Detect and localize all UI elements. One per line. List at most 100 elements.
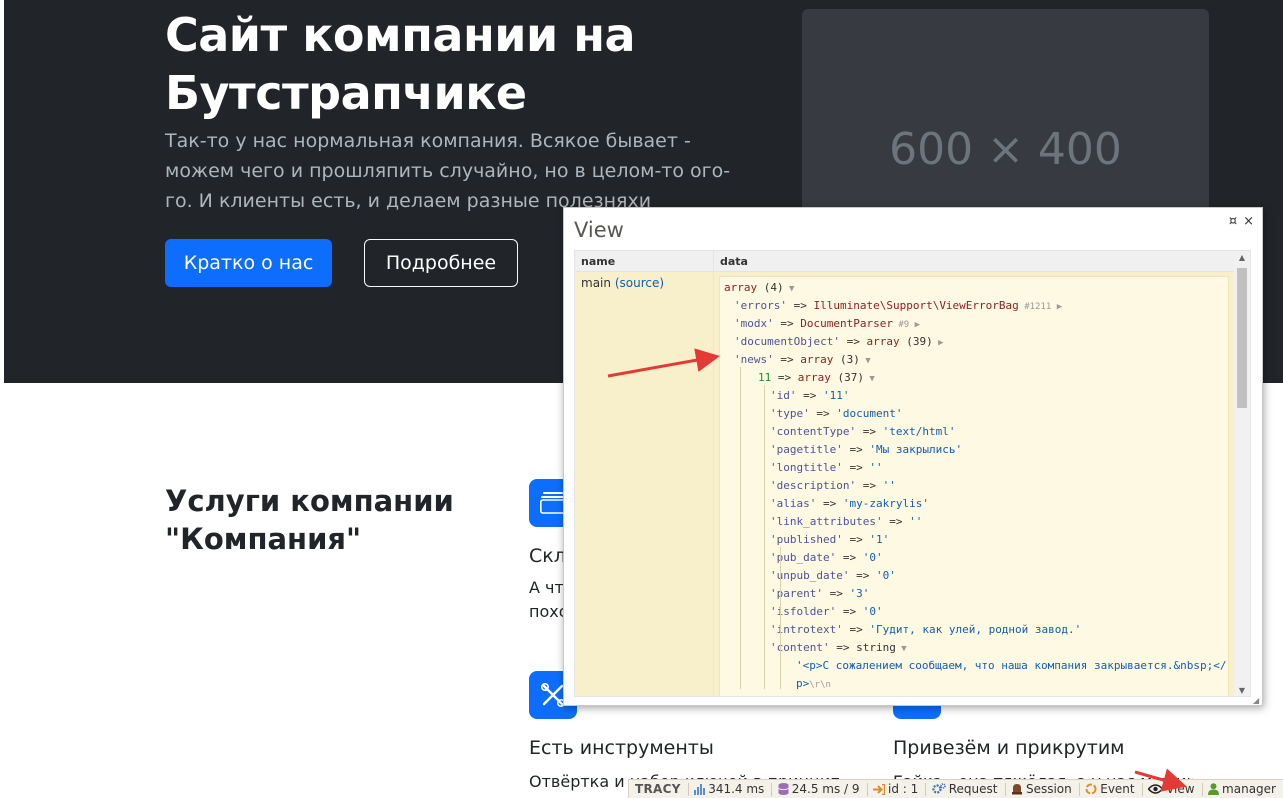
panel-content[interactable]: name data main (source) array (4) ▼'erro… bbox=[574, 250, 1251, 697]
dump-line[interactable]: 'description' => '' bbox=[724, 477, 1224, 495]
dump-line[interactable]: 'errors' => Illuminate\Support\ViewError… bbox=[724, 297, 1224, 315]
dump-token: => bbox=[849, 569, 876, 582]
details-button[interactable]: Подробнее bbox=[364, 239, 518, 287]
dump-line[interactable]: 'documentObject' => array (39) ▶ bbox=[724, 333, 1224, 351]
scroll-up-icon[interactable]: ▲ bbox=[1234, 251, 1250, 265]
dump-token: '0' bbox=[862, 551, 883, 564]
user-item[interactable]: manager bbox=[1202, 780, 1283, 798]
chart-icon bbox=[694, 783, 706, 795]
scroll-down-icon[interactable]: ▼ bbox=[1234, 684, 1250, 696]
features-title: Услуги компании "Компания" bbox=[165, 484, 454, 556]
session-item[interactable]: Session bbox=[1005, 780, 1079, 798]
database-item[interactable]: 24.5 ms / 9 bbox=[772, 780, 867, 798]
toggle-icon[interactable]: ▶ bbox=[909, 320, 920, 330]
source-link[interactable]: (source) bbox=[615, 276, 664, 290]
dump-token: 'my-zakrylis' bbox=[842, 497, 929, 510]
about-button[interactable]: Кратко о нас bbox=[165, 239, 332, 287]
resize-handle[interactable]: ◢ bbox=[1253, 696, 1261, 705]
dump-line[interactable]: 'id' => '11' bbox=[724, 387, 1224, 405]
dump-token: '0' bbox=[862, 605, 883, 618]
dump-line[interactable]: 'introtext' => 'Гудит, как улей, родной … bbox=[724, 621, 1224, 639]
dump-line[interactable]: 'isfolder' => '0' bbox=[724, 603, 1224, 621]
feature-heading: Скл bbox=[529, 545, 565, 567]
dump-token: 'link_attributes' bbox=[770, 515, 883, 528]
cookie-icon bbox=[1011, 784, 1022, 795]
tracy-view-panel[interactable]: View ¤ × name data main (source) array (… bbox=[563, 207, 1263, 706]
close-icon[interactable]: × bbox=[1243, 214, 1254, 229]
dump-token: '<p>С сожалением сообщаем, что наша комп… bbox=[796, 659, 1227, 672]
dump-line[interactable]: 'pagetitle' => 'Мы закрылись' bbox=[724, 441, 1224, 459]
dump-token: => bbox=[842, 443, 870, 456]
view-item[interactable]: View bbox=[1142, 780, 1201, 798]
dump-line[interactable]: 'modx' => DocumentParser #9 ▶ bbox=[724, 315, 1224, 333]
dump-line[interactable]: 'longtitle' => '' bbox=[724, 459, 1224, 477]
dump-line[interactable]: 'contentType' => 'text/html' bbox=[724, 423, 1224, 441]
tracy-logo[interactable]: TRACY bbox=[629, 780, 688, 798]
column-header-data: data bbox=[714, 251, 1235, 272]
scroll-thumb[interactable] bbox=[1237, 268, 1247, 408]
dump-token: 'Мы закрылись' bbox=[869, 443, 963, 456]
dump-token: '11' bbox=[823, 389, 850, 402]
dump-token: 'Гудит, как улей, родной завод.' bbox=[869, 623, 1082, 636]
dump-token: => bbox=[786, 299, 814, 312]
dump-token: => bbox=[796, 389, 823, 402]
dump-token: 'modx' bbox=[734, 317, 774, 330]
dump-token: '3' bbox=[849, 587, 870, 600]
dump-line[interactable]: 'parent' => '3' bbox=[724, 585, 1224, 603]
panel-scrollbar[interactable]: ▲ ▼ bbox=[1234, 251, 1250, 696]
dump-token: 'document' bbox=[836, 407, 903, 420]
dump-line[interactable]: 'alias' => 'my-zakrylis' bbox=[724, 495, 1224, 513]
pin-icon[interactable]: ¤ bbox=[1229, 214, 1237, 229]
dump-token: array bbox=[866, 335, 900, 348]
dump-line[interactable]: '<p>С сожалением сообщаем, что наша комп… bbox=[724, 657, 1227, 675]
toggle-icon[interactable]: ▼ bbox=[860, 356, 870, 366]
dump-line[interactable]: 'link_attributes' => '' bbox=[724, 513, 1224, 531]
dump-token: \r\n bbox=[809, 680, 831, 690]
row-name: main bbox=[581, 276, 611, 290]
dump-line[interactable]: 'news' => array (3) ▼ bbox=[724, 351, 1224, 369]
dump-token: 'unpub_date' bbox=[770, 569, 850, 582]
variable-dump[interactable]: array (4) ▼'errors' => Illuminate\Suppor… bbox=[719, 276, 1229, 696]
dump-token: 'type' bbox=[770, 407, 810, 420]
feature-text: похо bbox=[529, 602, 565, 621]
dump-token: 'pagetitle' bbox=[770, 443, 843, 456]
feature-heading: Привезём и прикрутим bbox=[893, 737, 1125, 759]
toggle-icon[interactable]: ▼ bbox=[784, 284, 794, 294]
dump-line[interactable]: 'pub_date' => '0' bbox=[724, 549, 1224, 567]
dump-line[interactable]: array (4) ▼ bbox=[724, 279, 1224, 297]
event-item[interactable]: Event bbox=[1079, 780, 1141, 798]
dump-token: #9 bbox=[892, 320, 910, 330]
column-header-name: name bbox=[575, 251, 714, 272]
timer-item[interactable]: 341.4 ms bbox=[688, 780, 771, 798]
dump-token: 'id' bbox=[770, 389, 797, 402]
dump-line[interactable]: 'unpub_date' => '0' bbox=[724, 567, 1224, 585]
dump-line[interactable]: 11 => array (37) ▼ bbox=[724, 369, 1224, 387]
toggle-icon[interactable]: ▶ bbox=[933, 338, 943, 348]
dump-token: => bbox=[836, 605, 863, 618]
dump-line[interactable]: 'published' => '1' bbox=[724, 531, 1224, 549]
view-table: name data main (source) array (4) ▼'erro… bbox=[575, 251, 1235, 696]
dump-token: #1211 bbox=[1018, 302, 1052, 312]
dump-token: 'alias' bbox=[770, 497, 817, 510]
dump-line[interactable]: 'type' => 'document' bbox=[724, 405, 1224, 423]
toggle-icon[interactable]: ▼ bbox=[896, 644, 906, 654]
dump-token: 'text/html' bbox=[882, 425, 956, 438]
dump-line[interactable]: 'content' => string ▼ bbox=[724, 639, 1224, 657]
dump-line[interactable]: p>\r\n bbox=[724, 675, 1224, 693]
feature-text: А что bbox=[529, 578, 565, 597]
dump-token: 'contentType' bbox=[770, 425, 857, 438]
dump-token: 'news' bbox=[734, 353, 774, 366]
id-item[interactable]: id : 1 bbox=[867, 780, 925, 798]
dump-token: => string bbox=[829, 641, 896, 654]
toggle-icon[interactable]: ▶ bbox=[1051, 302, 1062, 312]
dump-token: => bbox=[856, 479, 883, 492]
dump-token: '' bbox=[869, 461, 883, 474]
toggle-icon[interactable]: ▼ bbox=[864, 374, 874, 384]
dump-token: => bbox=[842, 461, 870, 474]
dump-token: (4) bbox=[757, 281, 784, 294]
request-item[interactable]: Request bbox=[926, 780, 1005, 798]
hero-title: Сайт компании на Бутстрапчике bbox=[165, 8, 636, 120]
dump-token: => bbox=[773, 353, 801, 366]
dump-token: => bbox=[882, 515, 910, 528]
dump-token: => bbox=[842, 533, 870, 546]
